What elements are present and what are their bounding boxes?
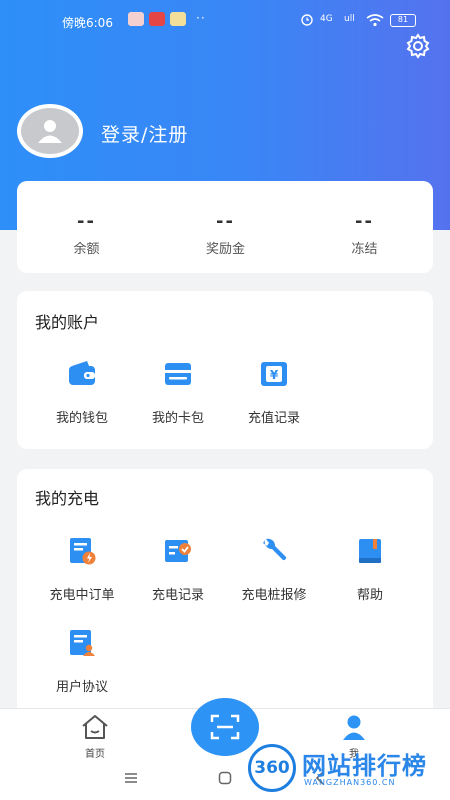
tab-home[interactable]: 首页 <box>65 713 125 760</box>
help-button[interactable]: 帮助 <box>320 536 420 603</box>
home-icon <box>82 715 108 739</box>
charging-order-button[interactable]: 充电中订单 <box>32 536 132 603</box>
frozen-item[interactable]: -- 冻结 <box>295 181 434 273</box>
charging-order-label: 充电中订单 <box>49 588 115 603</box>
charging-order-icon <box>70 538 96 565</box>
user-agreement-button[interactable]: 用户协议 <box>32 628 132 695</box>
recharge-record-button[interactable]: ¥ 充值记录 <box>224 359 324 426</box>
wrench-icon <box>263 538 287 561</box>
book-icon <box>359 539 381 563</box>
my-card-pack-button[interactable]: 我的卡包 <box>128 359 228 426</box>
home-square-icon[interactable] <box>218 771 232 785</box>
watermark-logo: 360 网站排行榜 WANGZHAN360.CN <box>240 740 450 800</box>
frozen-value: -- <box>355 211 374 232</box>
watermark-title: 网站排行榜 <box>302 752 427 780</box>
notification-icon <box>170 12 186 26</box>
balance-value: -- <box>77 211 96 232</box>
frozen-label: 冻结 <box>351 242 378 257</box>
signal-icon: 4G <box>320 14 333 24</box>
reward-item[interactable]: -- 奖励金 <box>156 181 295 273</box>
charge-record-button[interactable]: 充电记录 <box>128 536 228 603</box>
wallet-icon <box>69 361 95 385</box>
section-title: 我的账户 <box>35 313 100 332</box>
status-bar: 傍晚6:06 ·· 4G ull 81 <box>0 0 450 42</box>
watermark-badge: 360 <box>248 744 296 792</box>
svg-text:¥: ¥ <box>270 368 279 382</box>
card-icon <box>165 363 191 385</box>
notification-icon <box>149 12 165 26</box>
help-label: 帮助 <box>356 588 383 603</box>
avatar[interactable] <box>17 104 83 158</box>
user-icon <box>343 715 365 740</box>
charger-repair-button[interactable]: 充电桩报修 <box>224 536 324 603</box>
status-time: 傍晚6:06 <box>62 16 113 30</box>
user-agreement-label: 用户协议 <box>55 680 108 695</box>
balance-item[interactable]: -- 余额 <box>17 181 156 273</box>
wifi-icon <box>366 14 384 27</box>
balance-card: -- 余额 -- 奖励金 -- 冻结 <box>17 181 433 273</box>
login-register-link[interactable]: 登录/注册 <box>101 120 188 147</box>
status-more-dots: ·· <box>196 11 206 25</box>
section-title: 我的充电 <box>35 489 100 508</box>
my-wallet-button[interactable]: 我的钱包 <box>32 359 132 426</box>
my-card-pack-label: 我的卡包 <box>151 411 204 426</box>
user-silhouette-icon <box>38 120 62 143</box>
my-wallet-label: 我的钱包 <box>55 411 108 426</box>
recharge-record-label: 充值记录 <box>247 411 300 426</box>
reward-value: -- <box>216 211 235 232</box>
reward-label: 奖励金 <box>205 242 245 257</box>
recharge-record-icon: ¥ <box>261 362 287 386</box>
signal-icon: ull <box>344 14 355 24</box>
scan-icon <box>210 714 240 740</box>
user-agreement-icon <box>70 630 95 656</box>
my-account-card: 我的账户 我的钱包 我的卡包 ¥ 充值记录 <box>17 291 433 449</box>
gear-icon[interactable] <box>405 33 431 59</box>
watermark-url: WANGZHAN360.CN <box>304 778 396 787</box>
battery-icon: 81 <box>390 14 416 27</box>
notification-icon <box>128 12 144 26</box>
charge-record-label: 充电记录 <box>151 588 204 603</box>
alarm-icon <box>301 14 313 26</box>
my-charging-card: 我的充电 充电中订单 充电记录 充电桩报修 帮助 用户协议 <box>17 469 433 719</box>
charger-repair-label: 充电桩报修 <box>241 588 307 603</box>
charge-record-icon <box>165 540 191 562</box>
balance-label: 余额 <box>73 242 100 257</box>
menu-icon[interactable] <box>124 772 138 784</box>
